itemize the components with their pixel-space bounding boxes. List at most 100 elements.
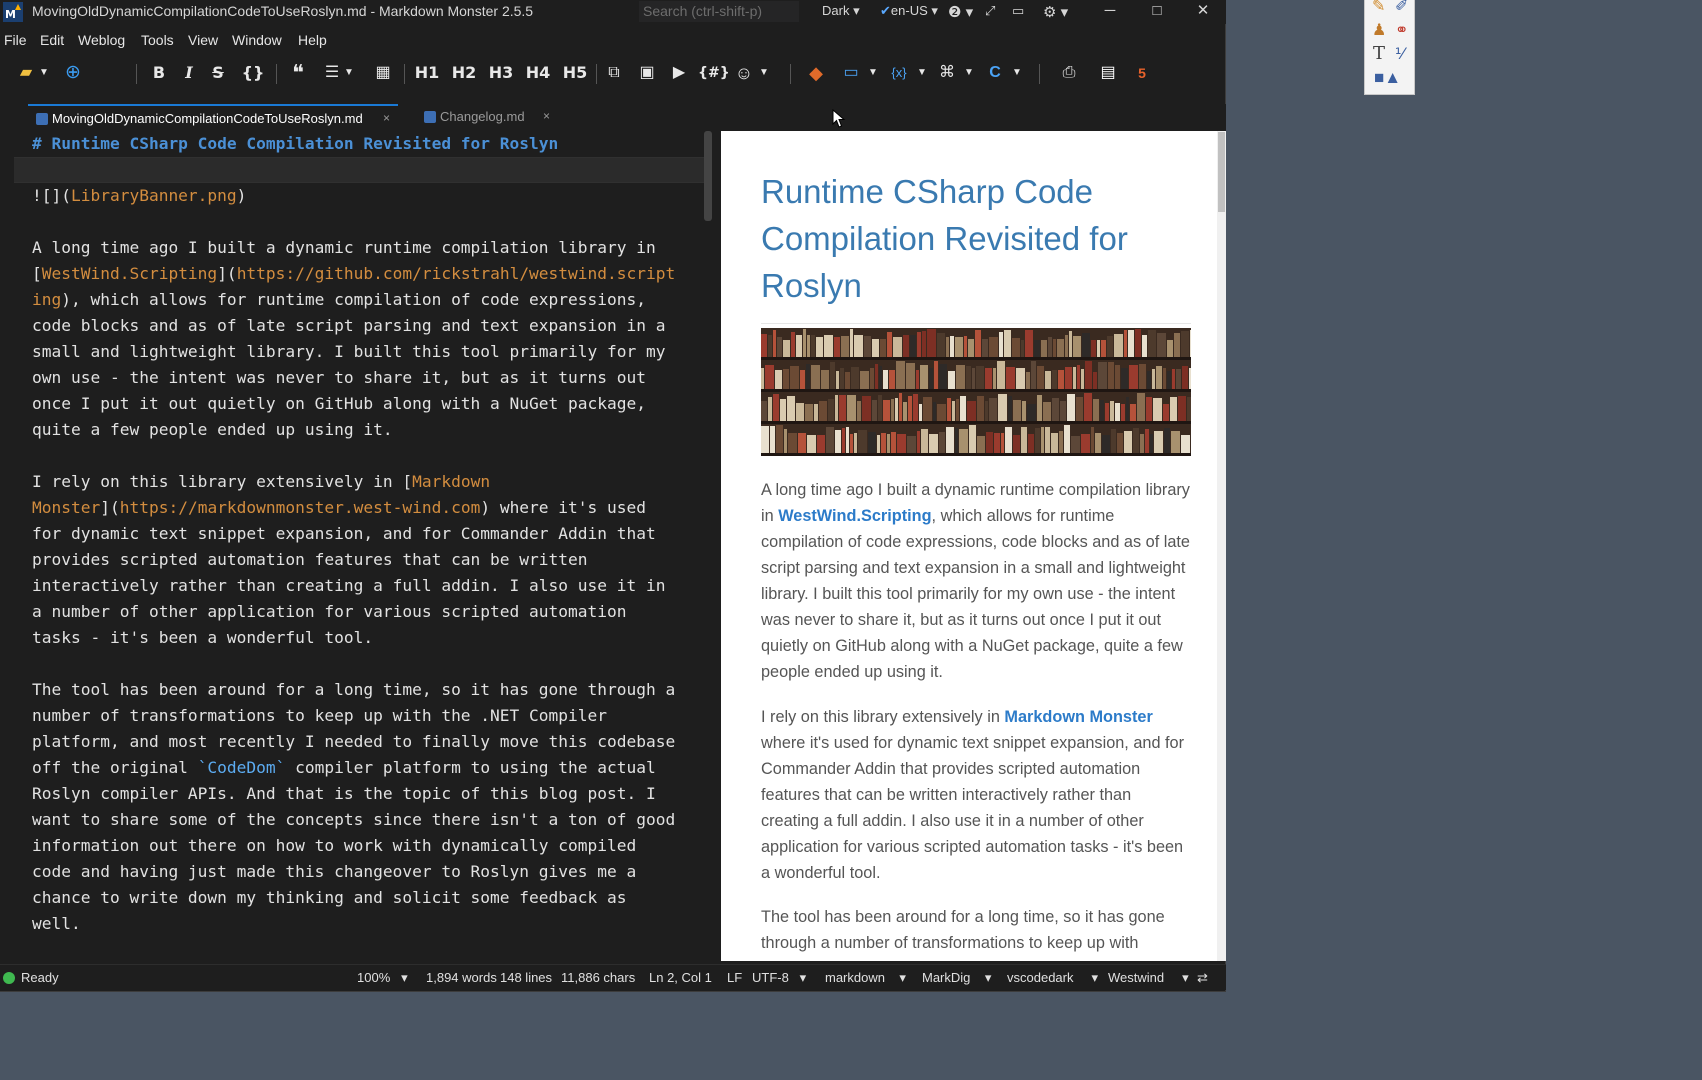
editor-line[interactable] xyxy=(14,209,710,235)
youtube-icon[interactable]: ▶ xyxy=(668,61,690,85)
editor-line[interactable] xyxy=(14,651,710,677)
split-view-icon[interactable]: ⇄ xyxy=(1197,970,1208,986)
inline-code-button[interactable]: {} xyxy=(240,61,266,85)
editor-line[interactable] xyxy=(14,443,710,469)
editor-line[interactable]: once I put it out quietly on GitHub alon… xyxy=(14,391,710,417)
editor-line[interactable]: for dynamic text snippet expansion, and … xyxy=(14,521,710,547)
screen-capture-icon[interactable]: ▭ xyxy=(840,61,862,85)
italic-button[interactable]: I xyxy=(180,61,198,85)
presentation-mode-icon[interactable]: ▭ xyxy=(1012,3,1024,19)
close-tab-icon[interactable]: × xyxy=(383,111,390,125)
git-icon[interactable]: ◆ xyxy=(805,61,827,85)
markdown-editor[interactable]: # Runtime CSharp Code Compilation Revisi… xyxy=(14,131,710,961)
maximize-button[interactable]: □ xyxy=(1134,0,1180,24)
table-icon[interactable]: ▦ xyxy=(372,61,394,85)
westwind-scripting-link[interactable]: WestWind.Scripting xyxy=(778,507,931,525)
rss-dropdown-icon[interactable]: ▼ xyxy=(963,61,975,85)
snippet-button[interactable]: {#} xyxy=(698,61,730,85)
preview-scrollbar-thumb[interactable] xyxy=(1218,132,1225,212)
close-window-button[interactable]: ✕ xyxy=(1180,0,1226,24)
editor-line[interactable]: code blocks and as of late script parsin… xyxy=(14,313,710,339)
editor-line[interactable]: provides scripted automation features th… xyxy=(14,547,710,573)
tab-changelog[interactable]: Changelog.md × xyxy=(416,104,554,131)
emoji-dropdown-icon[interactable]: ▼ xyxy=(758,61,770,85)
pdf-export-icon[interactable]: ▤ xyxy=(1098,61,1118,85)
editor-line[interactable]: platform, and most recently I needed to … xyxy=(14,729,710,755)
text-tool-icon[interactable]: T xyxy=(1373,43,1385,64)
spellcheck-language-selector[interactable]: ✔en-US ▾ xyxy=(880,3,938,19)
editor-line[interactable]: tasks - it's been a wonderful tool. xyxy=(14,625,710,651)
h5-button[interactable]: H5 xyxy=(562,61,588,85)
code-snippet-dropdown-icon[interactable]: ▼ xyxy=(916,61,928,85)
preview-scrollbar[interactable] xyxy=(1217,131,1226,961)
editor-line[interactable]: chance to write down my thinking and sol… xyxy=(14,885,710,911)
editor-line[interactable]: ![](LibraryBanner.png) xyxy=(14,183,710,209)
editor-line[interactable]: [WestWind.Scripting](https://github.com/… xyxy=(14,261,710,287)
open-folder-icon[interactable]: ▰ xyxy=(14,61,38,85)
commander-dropdown-icon[interactable]: ▼ xyxy=(1011,61,1023,85)
link-icon[interactable]: ⧉ xyxy=(603,61,625,85)
link-tool-icon[interactable]: ⚭ xyxy=(1395,20,1408,40)
menu-file[interactable]: File xyxy=(4,32,27,48)
editor-line[interactable]: Monster](https://markdownmonster.west-wi… xyxy=(14,495,710,521)
menu-tools[interactable]: Tools xyxy=(141,32,174,48)
editor-line[interactable]: want to share some of the concepts since… xyxy=(14,807,710,833)
shapes-tool-icon[interactable]: ■▲ xyxy=(1374,68,1401,88)
editor-line[interactable] xyxy=(14,157,710,183)
eyedropper-icon[interactable]: ✐ xyxy=(1395,0,1408,16)
list-dropdown-icon[interactable]: ▼ xyxy=(343,61,355,85)
bold-button[interactable]: B xyxy=(149,61,169,85)
editor-line[interactable]: small and lightweight library. I built t… xyxy=(14,339,710,365)
h3-button[interactable]: H3 xyxy=(488,61,514,85)
editor-theme-selector[interactable]: vscodedark ▾ xyxy=(1007,970,1098,986)
open-dropdown-icon[interactable]: ▼ xyxy=(38,61,50,85)
list-icon[interactable]: ☰ xyxy=(321,61,343,85)
menu-help[interactable]: Help xyxy=(298,32,327,48)
number-tool-icon[interactable]: ⅟ xyxy=(1395,44,1404,64)
tab-moving-old-dynamic[interactable]: MovingOldDynamicCompilationCodeToUseRosl… xyxy=(28,104,398,131)
html5-icon[interactable]: 5 xyxy=(1132,61,1152,85)
preview-theme-selector[interactable]: Westwind ▾ xyxy=(1108,970,1189,986)
h1-button[interactable]: H1 xyxy=(414,61,440,85)
help-icon[interactable]: ❷ ▾ xyxy=(948,3,973,21)
settings-gear-icon[interactable]: ⚙ ▾ xyxy=(1043,3,1068,21)
image-icon[interactable]: ▣ xyxy=(636,61,658,85)
html-preview[interactable]: Runtime CSharp Code Compilation Revisite… xyxy=(721,131,1217,961)
menu-weblog[interactable]: Weblog xyxy=(78,32,125,48)
editor-line[interactable]: The tool has been around for a long time… xyxy=(14,677,710,703)
editor-line[interactable]: information out there on how to work wit… xyxy=(14,833,710,859)
rss-icon[interactable]: ⌘ xyxy=(936,61,958,85)
line-ending[interactable]: LF xyxy=(727,970,742,985)
commander-icon[interactable]: C xyxy=(984,61,1006,85)
command-search-input[interactable]: Search (ctrl-shift-p) xyxy=(639,1,799,22)
editor-line[interactable]: A long time ago I built a dynamic runtim… xyxy=(14,235,710,261)
editor-line[interactable]: well. xyxy=(14,911,710,937)
editor-line[interactable]: ing), which allows for runtime compilati… xyxy=(14,287,710,313)
pencil-icon[interactable]: ✎ xyxy=(1372,0,1385,16)
close-tab-icon[interactable]: × xyxy=(543,109,550,123)
editor-line[interactable]: quite a few people ended up using it. xyxy=(14,417,710,443)
h2-button[interactable]: H2 xyxy=(451,61,477,85)
new-document-icon[interactable]: ⊕ xyxy=(62,61,84,85)
emoji-icon[interactable]: ☺ xyxy=(733,61,755,85)
editor-scrollbar[interactable] xyxy=(704,131,712,221)
editor-line[interactable]: # Runtime CSharp Code Compilation Revisi… xyxy=(14,131,710,157)
menu-window[interactable]: Window xyxy=(232,32,282,48)
screen-capture-dropdown-icon[interactable]: ▼ xyxy=(867,61,879,85)
editor-line[interactable]: off the original `CodeDom` compiler plat… xyxy=(14,755,710,781)
editor-line[interactable]: a number of other application for variou… xyxy=(14,599,710,625)
theme-selector[interactable]: Dark ▾ xyxy=(822,3,860,19)
h4-button[interactable]: H4 xyxy=(525,61,551,85)
markdown-monster-link[interactable]: Markdown Monster xyxy=(1004,708,1152,726)
editor-line[interactable]: own use - the intent was never to share … xyxy=(14,365,710,391)
menu-edit[interactable]: Edit xyxy=(40,32,64,48)
minimize-button[interactable]: ─ xyxy=(1087,0,1133,24)
editor-line[interactable]: interactively rather than creating a ful… xyxy=(14,573,710,599)
encoding-selector[interactable]: UTF-8 ▾ xyxy=(752,970,806,986)
syntax-mode-selector[interactable]: markdown ▾ xyxy=(825,970,906,986)
distraction-free-icon[interactable]: ⤢ xyxy=(985,3,995,19)
editor-line[interactable]: Roslyn compiler APIs. And that is the to… xyxy=(14,781,710,807)
strikethrough-button[interactable]: S xyxy=(208,61,228,85)
publish-icon[interactable]: ⎙ xyxy=(1058,61,1080,85)
zoom-level[interactable]: 100% ▾ xyxy=(357,970,408,986)
